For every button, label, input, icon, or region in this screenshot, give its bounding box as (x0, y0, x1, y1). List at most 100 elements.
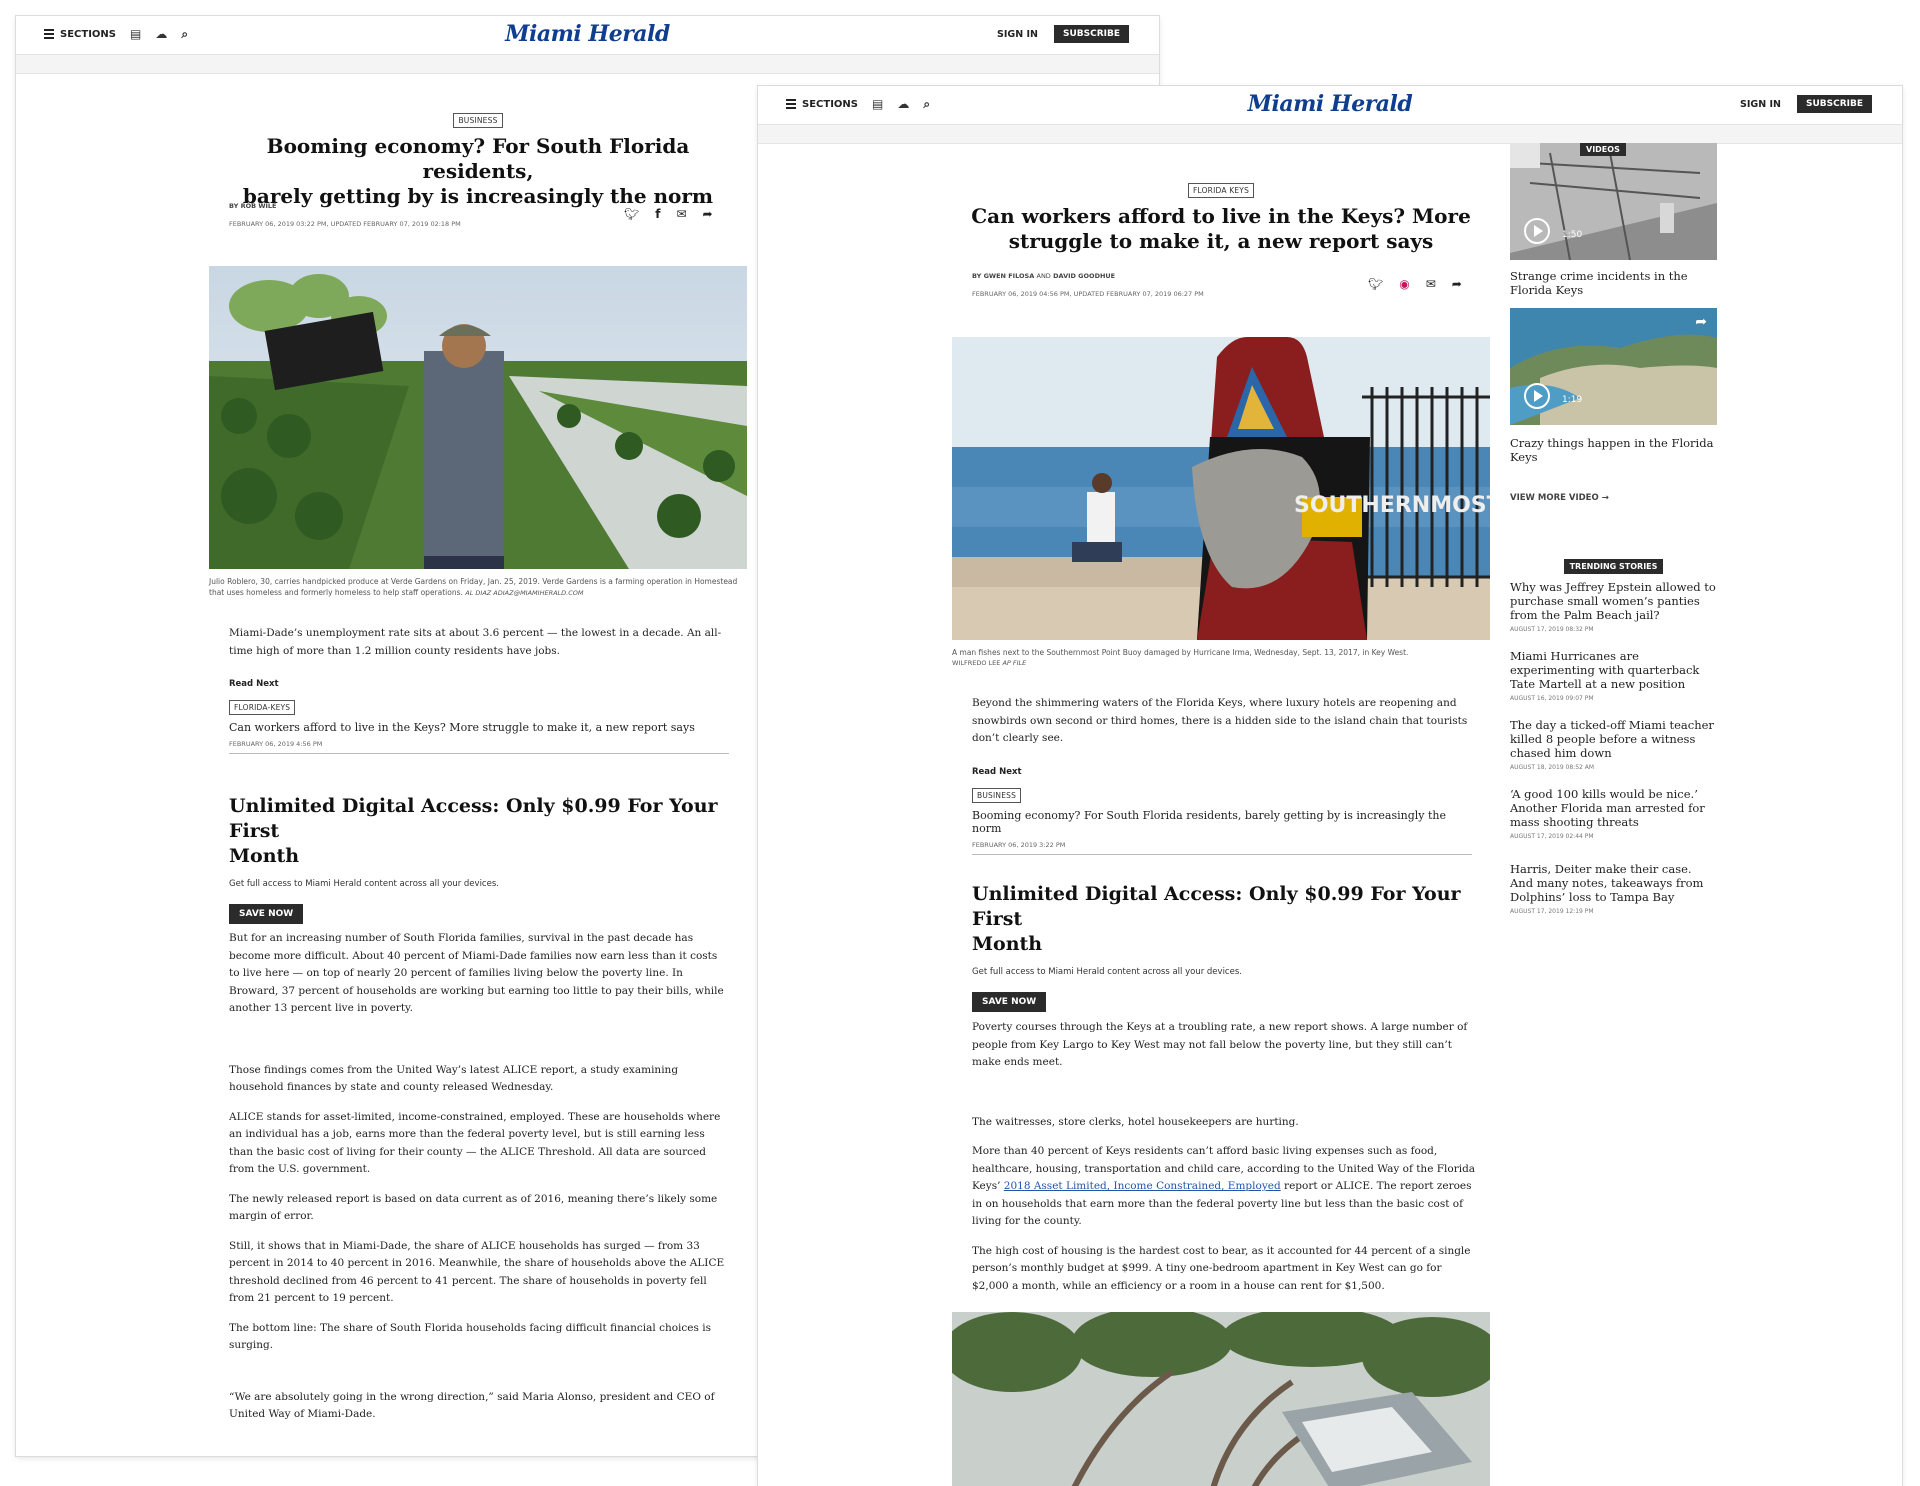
body-paragraph: The waitresses, store clerks, hotel hous… (972, 1115, 1299, 1128)
body-paragraph: “We are absolutely going in the wrong di… (229, 1390, 715, 1421)
trending-item[interactable]: Why was Jeffrey Epstein allowed to purch… (1510, 580, 1717, 633)
email-icon[interactable]: ✉ (676, 207, 686, 221)
trending-title[interactable]: Why was Jeffrey Epstein allowed to purch… (1510, 580, 1717, 622)
body-paragraph: Still, it shows that in Miami-Dade, the … (229, 1239, 725, 1305)
headline-line-1: Booming economy? For South Florida resid… (266, 134, 690, 183)
share-bar: 🐦︎ f ✉ ➦ (624, 207, 713, 221)
trending-item[interactable]: Miami Hurricanes are experimenting with … (1510, 649, 1717, 702)
trending-title[interactable]: Miami Hurricanes are experimenting with … (1510, 649, 1717, 691)
article-headline: Booming economy? For South Florida resid… (209, 134, 747, 209)
read-next-title[interactable]: Can workers afford to live in the Keys? … (229, 721, 729, 734)
email-icon[interactable]: ✉ (1426, 277, 1436, 291)
photo-caption: Julio Roblero, 30, carries handpicked pr… (209, 576, 749, 599)
promo-subtitle: Get full access to Miami Herald content … (229, 879, 499, 889)
read-next-module: Read Next BUSINESS Booming economy? For … (972, 767, 1472, 855)
intro-paragraph: Miami-Dade’s unemployment rate sits at a… (229, 627, 722, 657)
trending-list: Why was Jeffrey Epstein allowed to purch… (1510, 580, 1717, 915)
trending-title[interactable]: The day a ticked-off Miami teacher kille… (1510, 718, 1717, 760)
headline-line-1: Can workers afford to live in the Keys? … (971, 204, 1471, 228)
section-tag[interactable]: BUSINESS (453, 113, 503, 128)
read-next-tag[interactable]: BUSINESS (972, 788, 1022, 803)
twitter-icon[interactable]: 🐦︎ (1368, 277, 1383, 291)
article-date: FEBRUARY 06, 2019 03:22 PM, UPDATED FEBR… (229, 220, 461, 228)
trending-item[interactable]: The day a ticked-off Miami teacher kille… (1510, 718, 1717, 771)
buoy-text: SOUTHERNMOST (1294, 493, 1490, 518)
arrow-right-icon: → (1601, 493, 1609, 503)
promo-title: Unlimited Digital Access: Only $0.99 For… (229, 794, 749, 869)
storm-photo-illustration (952, 1312, 1490, 1486)
video-thumbnail[interactable]: ➦ 1:19 (1510, 308, 1717, 425)
trending-item[interactable]: Harris, Deiter make their case. And many… (1510, 862, 1717, 915)
trending-date: AUGUST 17, 2019 08:32 PM (1510, 626, 1594, 633)
miami-herald-logo[interactable]: Miami Herald (758, 91, 1902, 117)
divider (972, 854, 1472, 855)
play-icon[interactable] (1524, 218, 1550, 244)
article-photo-buoy[interactable]: SOUTHERNMOST (952, 337, 1490, 640)
article-photo-storm[interactable] (952, 1312, 1490, 1486)
trending-label: TRENDING STORIES (1563, 559, 1664, 574)
trending-date: AUGUST 18, 2019 08:52 AM (1510, 764, 1595, 771)
author-link[interactable]: BY GWEN FILOSA (972, 272, 1034, 280)
body-paragraph: But for an increasing number of South Fl… (229, 932, 724, 1014)
subscribe-button[interactable]: SUBSCRIBE (1053, 25, 1129, 43)
section-tag[interactable]: FLORIDA KEYS (1187, 183, 1255, 198)
trending-item[interactable]: ‘A good 100 kills would be nice.’ Anothe… (1510, 787, 1717, 840)
byline-and: AND (1036, 272, 1051, 280)
videos-label: VIDEOS (1580, 143, 1626, 156)
view-more-video-link[interactable]: VIEW MORE VIDEO → (1510, 493, 1609, 503)
article-body-intro: Beyond the shimmering waters of the Flor… (972, 695, 1477, 748)
share-bar: 🐦︎ ◉ ✉ ➦ (1368, 277, 1462, 291)
save-now-button[interactable]: SAVE NOW (229, 904, 304, 924)
messenger-icon[interactable]: ◉ (1399, 277, 1409, 291)
video-title[interactable]: Strange crime incidents in the Florida K… (1510, 269, 1717, 297)
article-photo-farm[interactable] (209, 266, 747, 569)
article-meta: BY GWEN FILOSA AND DAVID GOODHUE FEBRUAR… (972, 272, 1372, 298)
body-paragraph: Those findings comes from the United Way… (229, 1063, 679, 1094)
save-now-button[interactable]: SAVE NOW (972, 992, 1047, 1012)
credit-name: WILFREDO LEE (952, 659, 1001, 667)
body-paragraph: ALICE stands for asset-limited, income-c… (229, 1110, 721, 1176)
article-header: FLORIDA KEYS Can workers afford to live … (952, 178, 1490, 254)
miami-herald-logo[interactable]: Miami Herald (16, 21, 1159, 47)
share-icon[interactable]: ➦ (1695, 314, 1707, 330)
video-thumbnail[interactable]: VIDEOS 1:50 (1510, 143, 1717, 260)
credit-org: AP FILE (1002, 659, 1027, 667)
article-header: BUSINESS Booming economy? For South Flor… (209, 108, 747, 209)
promo-subtitle: Get full access to Miami Herald content … (972, 967, 1242, 977)
read-next-tag[interactable]: FLORIDA-KEYS (229, 700, 296, 715)
article-date: FEBRUARY 06, 2019 04:56 PM, UPDATED FEBR… (972, 290, 1204, 298)
promo-title-line-1: Unlimited Digital Access: Only $0.99 For… (972, 883, 1461, 930)
site-header: SECTIONS ▤ ☁ ⌕ Miami Herald SIGN IN SUBS… (758, 86, 1902, 125)
header-nav-right: SIGN IN SUBSCRIBE (997, 25, 1129, 43)
sign-in-link[interactable]: SIGN IN (1740, 99, 1781, 110)
read-next-title[interactable]: Booming economy? For South Florida resid… (972, 809, 1472, 835)
divider (229, 753, 729, 754)
sign-in-link[interactable]: SIGN IN (997, 29, 1038, 40)
read-next-date: FEBRUARY 06, 2019 3:22 PM (972, 841, 1066, 849)
photo-credit: WILFREDO LEE AP FILE (952, 658, 1492, 669)
author-link[interactable]: DAVID GOODHUE (1053, 272, 1115, 280)
subscription-promo: Unlimited Digital Access: Only $0.99 For… (229, 794, 749, 924)
share-icon[interactable]: ➦ (703, 207, 713, 221)
twitter-icon[interactable]: 🐦︎ (624, 207, 639, 221)
facebook-icon[interactable]: f (655, 207, 660, 221)
video-title[interactable]: Crazy things happen in the Florida Keys (1510, 436, 1717, 464)
intro-paragraph: Beyond the shimmering waters of the Flor… (972, 697, 1468, 744)
body-paragraph: The newly released report is based on da… (229, 1192, 718, 1223)
alice-report-link[interactable]: 2018 Asset Limited, Income Constrained, … (1004, 1180, 1281, 1192)
subscribe-button[interactable]: SUBSCRIBE (1796, 95, 1872, 113)
trending-date: AUGUST 16, 2019 09:07 PM (1510, 695, 1594, 702)
share-icon[interactable]: ➦ (1452, 277, 1462, 291)
trending-title[interactable]: Harris, Deiter make their case. And many… (1510, 862, 1717, 904)
read-next-date: FEBRUARY 06, 2019 4:56 PM (229, 740, 323, 748)
play-icon[interactable] (1524, 383, 1550, 409)
header-nav-right: SIGN IN SUBSCRIBE (1740, 95, 1872, 113)
photo-caption: A man fishes next to the Southernmost Po… (952, 647, 1492, 669)
caption-text: A man fishes next to the Southernmost Po… (952, 648, 1409, 657)
byline[interactable]: BY ROB WILE (229, 202, 629, 210)
article-body-intro: Miami-Dade’s unemployment rate sits at a… (229, 625, 729, 660)
subscription-promo: Unlimited Digital Access: Only $0.99 For… (972, 882, 1492, 1012)
body-paragraph: More than 40 percent of Keys residents c… (972, 1143, 1477, 1231)
trending-title[interactable]: ‘A good 100 kills would be nice.’ Anothe… (1510, 787, 1717, 829)
browser-window-keys-article: SECTIONS ▤ ☁ ⌕ Miami Herald SIGN IN SUBS… (758, 86, 1902, 1486)
